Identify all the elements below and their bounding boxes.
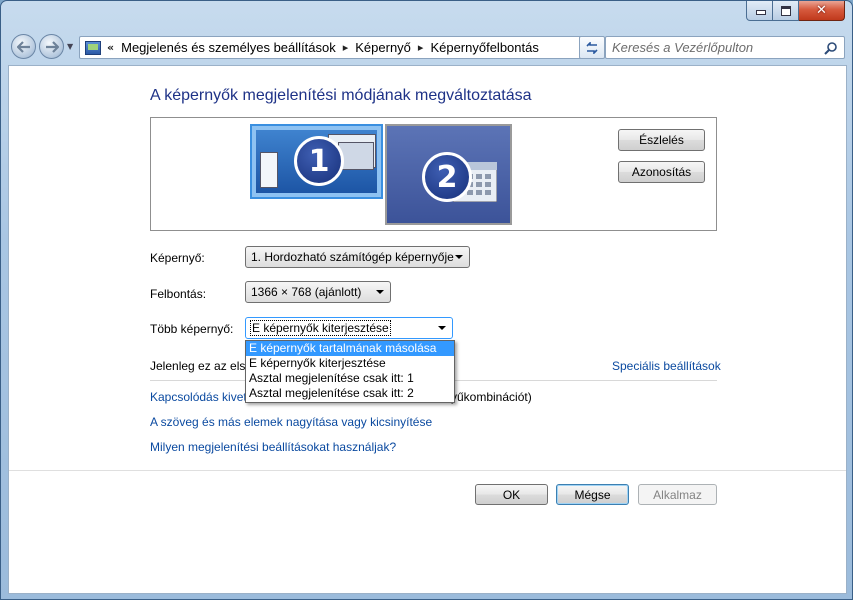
breadcrumb-overflow-icon[interactable]: « — [107, 41, 114, 54]
monitor-arrangement-panel: 1 2 Észlelés Azonosítás — [150, 117, 717, 231]
forward-button[interactable] — [39, 34, 64, 59]
apply-button[interactable]: Alkalmaz — [638, 484, 717, 505]
multiple-displays-label: Több képernyő: — [150, 322, 234, 336]
mini-sidebar-icon — [260, 152, 278, 188]
page-title: A képernyők megjelenítési módjának megvá… — [150, 87, 532, 104]
display-select-value: 1. Hordozható számítógép képernyője — [251, 250, 454, 264]
maximize-button[interactable] — [773, 1, 799, 21]
refresh-icon — [586, 41, 598, 54]
projector-shortcut-hint: yűkombinációt) — [451, 390, 532, 404]
chevron-down-icon — [376, 290, 384, 294]
close-button[interactable]: ✕ — [799, 1, 845, 21]
minimize-icon — [755, 6, 766, 16]
chevron-down-icon — [455, 255, 463, 259]
search-box — [579, 36, 845, 59]
monitor-1-screen: 1 — [256, 130, 377, 193]
monitor-2[interactable]: 2 — [385, 124, 512, 225]
breadcrumb-item[interactable]: Megjelenés és személyes beállítások — [121, 40, 336, 55]
monitor-number-badge: 1 — [294, 136, 344, 186]
dropdown-option-only-1[interactable]: Asztal megjelenítése csak itt: 1 — [246, 371, 454, 386]
forward-arrow-icon — [45, 40, 59, 53]
address-bar[interactable]: « Megjelenés és személyes beállítások ▸ … — [79, 36, 596, 59]
breadcrumb-item[interactable]: Képernyőfelbontás — [430, 40, 538, 55]
display-select[interactable]: 1. Hordozható számítógép képernyője — [245, 246, 470, 268]
identify-button[interactable]: Azonosítás — [618, 161, 705, 183]
connect-projector-link[interactable]: Kapcsolódás kivet — [150, 390, 247, 404]
ok-button[interactable]: OK — [475, 484, 548, 505]
search-input[interactable] — [612, 40, 822, 55]
text-size-link[interactable]: A szöveg és más elemek nagyítása vagy ki… — [150, 415, 432, 429]
multiple-displays-dropdown-list: E képernyők tartalmának másolása E képer… — [245, 340, 455, 403]
maximize-icon — [780, 5, 791, 16]
monitor-number-badge: 2 — [422, 152, 472, 202]
back-button[interactable] — [11, 34, 36, 59]
dropdown-option-only-2[interactable]: Asztal megjelenítése csak itt: 2 — [246, 386, 454, 401]
current-display-status: Jelenleg ez az első — [150, 359, 253, 373]
recent-pages-chevron-icon[interactable]: ▼ — [67, 42, 73, 51]
navigation-bar: ▼ « Megjelenés és személyes beállítások … — [9, 34, 845, 60]
monitor-1-selected[interactable]: 1 — [250, 124, 383, 199]
back-arrow-icon — [16, 40, 30, 53]
refresh-button[interactable] — [579, 36, 605, 59]
caption-buttons: ✕ — [746, 1, 845, 21]
breadcrumb-item[interactable]: Képernyő — [355, 40, 411, 55]
chevron-down-icon — [438, 326, 446, 330]
resolution-label: Felbontás: — [150, 287, 207, 301]
search-icon[interactable] — [824, 41, 838, 55]
close-icon: ✕ — [816, 3, 827, 18]
footer-divider — [9, 470, 846, 471]
display-settings-help-link[interactable]: Milyen megjelenítési beállításokat haszn… — [150, 440, 396, 454]
minimize-button[interactable] — [746, 1, 773, 21]
resolution-select[interactable]: 1366 × 768 (ajánlott) — [245, 281, 391, 303]
advanced-settings-link[interactable]: Speciális beállítások — [612, 359, 721, 373]
monitor-2-screen: 2 — [387, 126, 510, 223]
breadcrumb-separator-icon[interactable]: ▸ — [418, 41, 424, 54]
dropdown-option-duplicate[interactable]: E képernyők tartalmának másolása — [246, 341, 454, 356]
multiple-displays-select-value: E képernyők kiterjesztése — [250, 320, 391, 336]
dropdown-option-extend[interactable]: E képernyők kiterjesztése — [246, 356, 454, 371]
resolution-select-value: 1366 × 768 (ajánlott) — [251, 285, 362, 299]
control-panel-window: ✕ ▼ « Megjelenés és személyes beállításo… — [0, 0, 853, 600]
detect-button[interactable]: Észlelés — [618, 129, 705, 151]
control-panel-icon — [85, 40, 101, 55]
multiple-displays-select[interactable]: E képernyők kiterjesztése — [245, 317, 453, 339]
cancel-button[interactable]: Mégse — [556, 484, 629, 505]
content-area: A képernyők megjelenítési módjának megvá… — [8, 65, 847, 594]
display-label: Képernyő: — [150, 251, 205, 265]
breadcrumb-separator-icon[interactable]: ▸ — [343, 41, 349, 54]
